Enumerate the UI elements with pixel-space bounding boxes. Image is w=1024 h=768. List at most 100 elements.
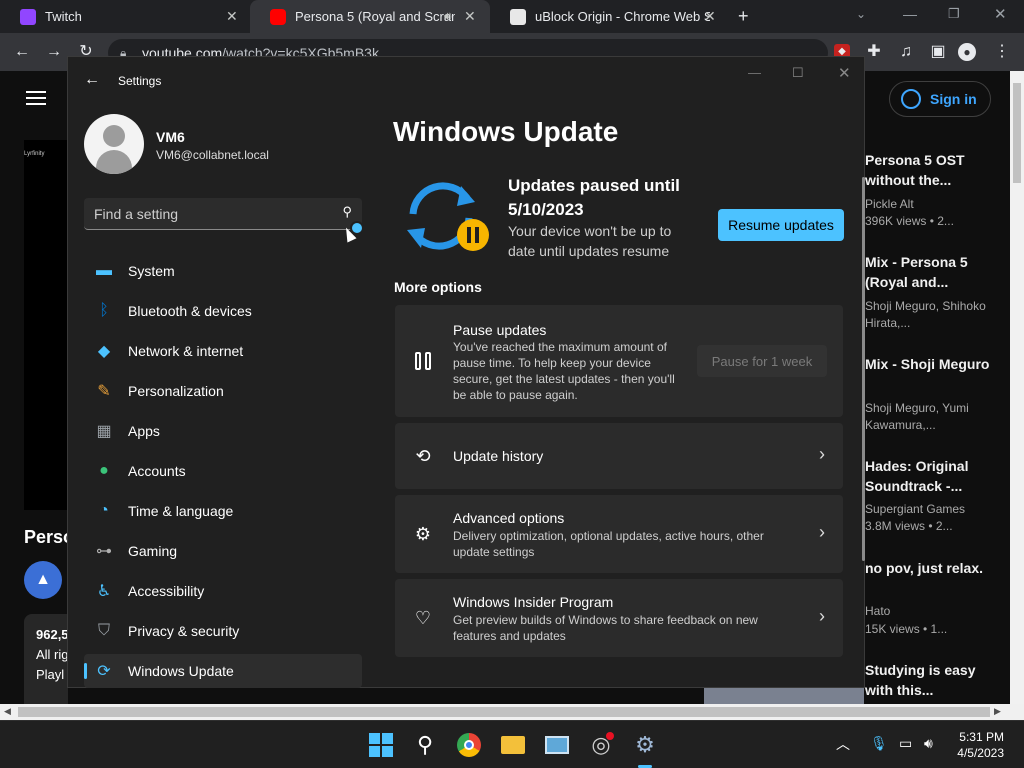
related-video-title[interactable]: Hades: Original Soundtrack -... [865,456,1005,496]
sidebar-item-gaming[interactable]: ⊶ Gaming [84,534,362,568]
new-tab-icon[interactable]: + [738,6,749,27]
advanced-options-card[interactable]: ⚙ Advanced options Delivery optimization… [395,495,843,573]
sidebar-item-accounts[interactable]: ● Accounts [84,454,362,488]
network-icon[interactable]: ▭ [899,735,912,752]
channel-avatar[interactable]: ▲ [24,561,62,599]
sign-in-button[interactable]: Sign in [889,81,991,117]
chevron-up-icon[interactable]: ︿ [836,734,850,754]
scroll-thumb[interactable] [18,707,990,717]
pause-for-1-week-button[interactable]: Pause for 1 week [697,345,827,377]
related-video-title[interactable]: Mix - Shoji Meguro [865,354,1005,394]
windows-insider-card[interactable]: ♡ Windows Insider Program Get preview bu… [395,579,843,657]
user-name: VM6 [156,129,185,145]
sidebar-item-label: Accounts [128,463,186,479]
page-scrollbar[interactable] [1010,71,1024,704]
related-video-title[interactable]: Persona 5 OST without the... [865,150,1005,190]
sidebar-item-time-language[interactable]: ◔ Time & language [84,494,362,528]
bluetooth-icon: ᛒ [99,302,109,319]
status-subtext: Your device won't be up to date until up… [508,223,672,259]
search-icon[interactable]: ⚲ [410,730,440,760]
settings-window: ← Settings — ☐ ✕ VM6 VM6@collabnet.local… [67,56,865,688]
photos-icon[interactable] [542,730,572,760]
sidebar-item-accessibility[interactable]: ♿︎ Accessibility [84,574,362,608]
minimize-icon[interactable]: — [748,65,761,80]
sidebar-item-privacy-security[interactable]: ⛉ Privacy & security [84,614,362,648]
search-input[interactable]: Find a setting ⚲ [84,198,362,230]
related-video-channel: Shoji Meguro, Shihoko Hirata,... [865,299,986,330]
speaker-icon[interactable]: 🔊︎ [444,9,452,24]
sign-in-label: Sign in [930,91,977,107]
sidebar-item-label: Accessibility [128,583,205,599]
user-avatar[interactable] [84,114,144,174]
sidebar-item-label: Bluetooth & devices [128,303,252,319]
clock-date[interactable]: 4/5/2023 [952,746,1004,760]
menu-kebab-icon[interactable]: ⋮ [992,42,1012,62]
file-explorer-icon[interactable] [498,730,528,760]
close-icon[interactable]: ✕ [838,64,851,82]
related-video-title[interactable]: Studying is easy with this... [865,660,1005,700]
restore-icon[interactable]: ❐ [948,6,960,22]
minimize-icon[interactable]: — [903,6,917,22]
microphone-icon[interactable]: 🎙︎ [870,735,888,752]
sidebar-item-label: Windows Update [128,663,234,679]
thumbnail-image[interactable] [704,688,864,704]
scroll-right-icon[interactable]: ▶ [994,706,1001,717]
related-video-title[interactable]: no pov, just relax. [865,558,1005,598]
related-video-meta: 15K views • 1... [865,622,948,636]
settings-gear-icon[interactable]: ⚙ [630,730,660,760]
related-video-title[interactable]: Mix - Persona 5 (Royal and... [865,252,1005,292]
related-video-meta: 396K views • 2... [865,214,954,228]
advanced-options-desc: Delivery optimization, optional updates,… [453,529,764,559]
back-icon[interactable]: ← [12,42,32,62]
profile-icon[interactable]: ● [958,43,976,61]
video-watermark: Lyrfinity [24,151,45,157]
close-icon[interactable]: ✕ [226,8,238,25]
brush-icon: ✎ [97,383,111,400]
history-icon: ⟲ [415,445,431,466]
side-panel-icon[interactable]: ▣ [928,42,948,62]
sidebar-item-label: Privacy & security [128,623,240,639]
advanced-options-title: Advanced options [453,510,565,526]
sidebar-item-bluetooth-devices[interactable]: ᛒ Bluetooth & devices [84,294,362,328]
horizontal-scrollbar[interactable]: ◀ ▶ [0,704,1024,720]
media-control-icon[interactable]: ♫ [896,42,916,62]
sidebar-item-system[interactable]: ▬ System [84,254,362,288]
sidebar-item-network-internet[interactable]: ◆ Network & internet [84,334,362,368]
back-icon[interactable]: ← [84,71,100,89]
hamburger-menu-icon[interactable] [26,91,46,105]
scroll-left-icon[interactable]: ◀ [4,706,11,717]
tab-title: Twitch [45,9,82,24]
tab-twitch[interactable]: Twitch ✕ [0,0,248,33]
video-player[interactable] [24,140,68,510]
pause-updates-title: Pause updates [453,322,547,338]
update-history-title: Update history [453,448,544,464]
sidebar-item-label: Personalization [128,383,224,399]
volume-icon[interactable]: 🔊︎ [924,735,933,752]
tab-persona[interactable]: Persona 5 (Royal and Scramb 🔊︎ ✕ [250,0,490,33]
sidebar-item-label: Apps [128,423,160,439]
chevron-down-icon[interactable]: ⌄ [856,7,866,21]
close-icon[interactable]: ✕ [704,8,716,25]
obs-icon[interactable]: ◎ [586,730,616,760]
settings-scrollbar[interactable] [862,177,865,561]
update-history-card[interactable]: ⟲ Update history › [395,423,843,489]
chrome-icon[interactable] [454,730,484,760]
extensions-icon[interactable]: ✚ [864,42,884,62]
resume-updates-button[interactable]: Resume updates [718,209,844,241]
related-video-channel: Hato [865,604,891,618]
user-email: VM6@collabnet.local [156,148,269,162]
start-icon[interactable] [366,730,396,760]
twitch-icon [20,8,36,25]
playlist-text: Playl [36,667,65,682]
maximize-icon[interactable]: ☐ [792,65,804,81]
sidebar-item-windows-update[interactable]: ⟳ Windows Update [84,654,362,688]
close-window-icon[interactable]: ✕ [994,5,1007,23]
taskbar: ⚲ ◎ ⚙ ︿ 🎙︎ ▭ 🔊︎ 5:31 PM 4/5/2023 [0,720,1024,768]
forward-icon[interactable]: → [44,42,64,62]
sidebar-item-apps[interactable]: ▦ Apps [84,414,362,448]
tab-ublock[interactable]: uBlock Origin - Chrome Web Sto ✕ [490,0,730,33]
pause-updates-desc: You've reached the maximum amount of pau… [453,340,675,402]
sidebar-item-personalization[interactable]: ✎ Personalization [84,374,362,408]
clock-time[interactable]: 5:31 PM [958,730,1004,744]
close-icon[interactable]: ✕ [464,8,476,25]
